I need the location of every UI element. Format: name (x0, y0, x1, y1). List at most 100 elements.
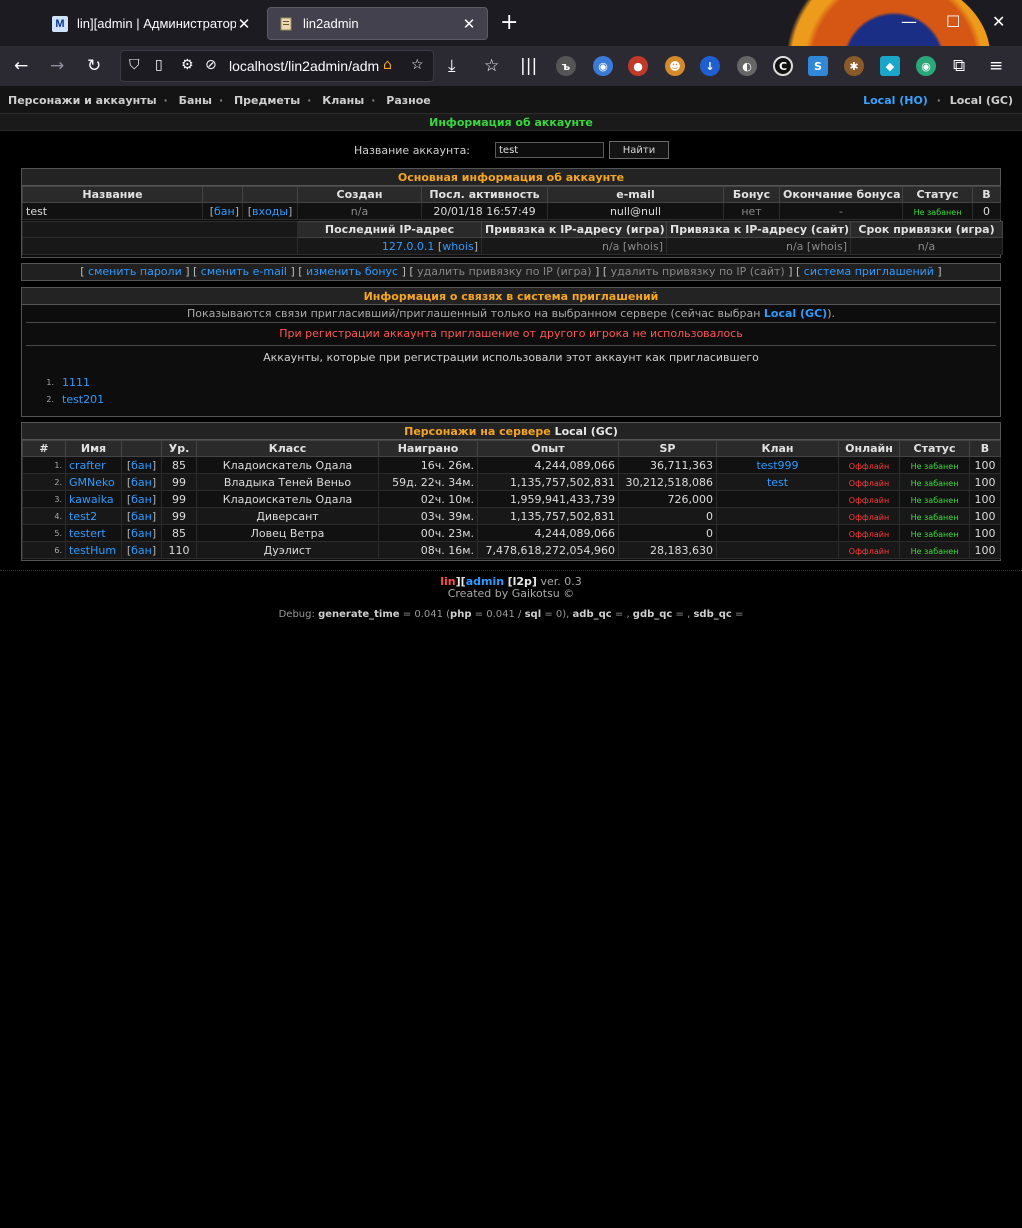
char-sp: 0 (618, 507, 717, 525)
ban-account-link[interactable]: бан (214, 205, 235, 218)
col-class: Класс (196, 440, 379, 457)
ban-char-link[interactable]: бан (131, 510, 152, 523)
downloads-icon[interactable]: ⤓ (448, 56, 456, 76)
tab-admins[interactable]: M lin][admin | Администраторы ✕ (42, 7, 262, 40)
extension-icon[interactable]: ↓ (700, 56, 720, 76)
tracking-protection-icon[interactable]: ⛉ (129, 57, 140, 73)
nav-chars-accounts[interactable]: Персонажи и аккаунты (8, 94, 157, 107)
char-exp: 4,244,089,066 (477, 456, 619, 474)
account-name: test (22, 202, 203, 220)
back-icon[interactable]: ← (14, 56, 28, 76)
ban-char-link[interactable]: бан (131, 527, 152, 540)
characters-header: Персонажи на сервере Local (GC) (22, 423, 1000, 440)
account-bonus: нет (723, 202, 780, 220)
bind-game-value: n/a (601, 239, 620, 253)
col-name: Название (22, 186, 203, 203)
extensions-puzzle-icon[interactable]: ⧉ (953, 56, 965, 76)
nav-clans[interactable]: Кланы (322, 94, 364, 107)
last-ip-value[interactable]: 127.0.0.1 (382, 240, 434, 253)
char-name-link[interactable]: testert (69, 527, 106, 540)
pocket-icon[interactable]: ☆ (484, 56, 499, 76)
char-class: Владыка Теней Веньо (196, 473, 379, 491)
account-table: Название Создан Посл. активность e-mail … (22, 186, 1001, 220)
invite-system-link[interactable]: система приглашений (804, 265, 934, 278)
extension-icon[interactable]: C (773, 56, 793, 76)
url-text[interactable]: localhost/lin2admin/adm (229, 58, 379, 74)
extension-icon[interactable]: ✱ (844, 56, 864, 76)
extension-icon[interactable]: ☻ (665, 56, 685, 76)
ban-char-link[interactable]: бан (131, 459, 152, 472)
invited-account-link[interactable]: 1111 (62, 376, 90, 389)
col-created: Создан (297, 186, 422, 203)
char-class: Диверсант (196, 507, 379, 525)
maximize-icon[interactable]: ☐ (946, 12, 960, 31)
server-local-ho[interactable]: Local (HO) (863, 94, 928, 107)
invites-server[interactable]: Local (GC) (764, 307, 827, 320)
extension-icon[interactable]: ● (628, 56, 648, 76)
nav-bans[interactable]: Баны (179, 94, 212, 107)
nav-misc[interactable]: Разное (386, 94, 431, 107)
char-clan-link[interactable]: test999 (756, 459, 798, 472)
find-button[interactable]: Найти (609, 141, 669, 159)
online-status: Оффлайн (848, 529, 890, 539)
whois-link[interactable]: whois (442, 240, 474, 253)
char-b: 100 (969, 490, 1001, 508)
char-level: 110 (161, 541, 197, 559)
char-name-link[interactable]: GMNeko (69, 476, 115, 489)
tab-close-icon[interactable]: ✕ (461, 15, 477, 33)
nav-items[interactable]: Предметы (234, 94, 300, 107)
page-info-icon[interactable]: ▯ (155, 57, 163, 73)
reload-icon[interactable]: ↻ (87, 56, 101, 76)
tab-close-icon[interactable]: ✕ (236, 15, 252, 33)
char-played: 59д. 22ч. 34м. (378, 473, 478, 491)
online-status: Оффлайн (848, 495, 890, 505)
home-icon[interactable]: ⌂ (383, 57, 392, 73)
invites-panel: Информация о связях в система приглашени… (21, 287, 1001, 417)
extension-icon[interactable]: S (808, 56, 828, 76)
permissions-icon[interactable]: ⚙ (181, 57, 194, 73)
debug-info: Debug: generate_time = 0.041 (php = 0.04… (278, 609, 744, 620)
char-name-link[interactable]: testHum (69, 544, 116, 557)
col-status: Статус (902, 186, 973, 203)
account-actions-bar: [ сменить пароли ] [ сменить e-mail ] [ … (21, 263, 1001, 281)
extension-icon[interactable]: ъ (556, 56, 576, 76)
ban-char-link[interactable]: бан (131, 493, 152, 506)
change-email-link[interactable]: сменить e-mail (201, 265, 287, 278)
menu-icon[interactable]: ≡ (989, 56, 1003, 76)
new-tab-icon[interactable]: + (500, 10, 518, 35)
invites-info: Показываются связи пригласивший/приглаше… (187, 307, 835, 320)
invited-account-link[interactable]: test201 (62, 393, 104, 406)
account-name-input[interactable] (495, 142, 604, 158)
char-played: 00ч. 23м. (378, 524, 478, 542)
col-email: e-mail (547, 186, 724, 203)
char-sp: 28,183,630 (618, 541, 717, 559)
char-sp: 726,000 (618, 490, 717, 508)
change-password-link[interactable]: сменить пароли (88, 265, 182, 278)
library-icon[interactable]: ||| (520, 56, 537, 76)
char-clan-link[interactable]: test (767, 476, 788, 489)
change-bonus-link[interactable]: изменить бонус (306, 265, 398, 278)
char-name-link[interactable]: kawaika (69, 493, 114, 506)
col-bonus-end: Окончание бонуса (779, 186, 903, 203)
extension-icon[interactable]: ◐ (737, 56, 757, 76)
minimize-icon[interactable]: — (901, 12, 917, 31)
char-name-link[interactable]: test2 (69, 510, 97, 523)
forward-icon[interactable]: → (50, 56, 64, 76)
tab-title: lin][admin | Администраторы (77, 16, 236, 31)
blocked-icon[interactable]: ⊘ (205, 57, 217, 73)
nav-bar: ← → ↻ ⛉ ▯ ⚙ ⊘ localhost/lin2admin/adm ⌂ … (0, 46, 1022, 86)
logins-link[interactable]: входы (252, 205, 288, 218)
page-title: Информация об аккаунте (0, 114, 1022, 131)
close-window-icon[interactable]: ✕ (992, 12, 1005, 31)
char-name-link[interactable]: crafter (69, 459, 106, 472)
extension-icon[interactable]: ◉ (593, 56, 613, 76)
server-local-gc[interactable]: Local (GC) (950, 94, 1013, 107)
address-bar[interactable]: ⛉ ▯ ⚙ ⊘ localhost/lin2admin/adm ⌂ ☆ (120, 50, 434, 82)
bookmark-star-icon[interactable]: ☆ (411, 57, 424, 73)
tab-lin2admin[interactable]: lin2admin ✕ (267, 7, 488, 40)
ban-char-link[interactable]: бан (131, 476, 152, 489)
extension-icon[interactable]: ◆ (880, 56, 900, 76)
ban-status: Не забанен (910, 461, 959, 471)
ban-char-link[interactable]: бан (131, 544, 152, 557)
extension-icon[interactable]: ◉ (916, 56, 936, 76)
